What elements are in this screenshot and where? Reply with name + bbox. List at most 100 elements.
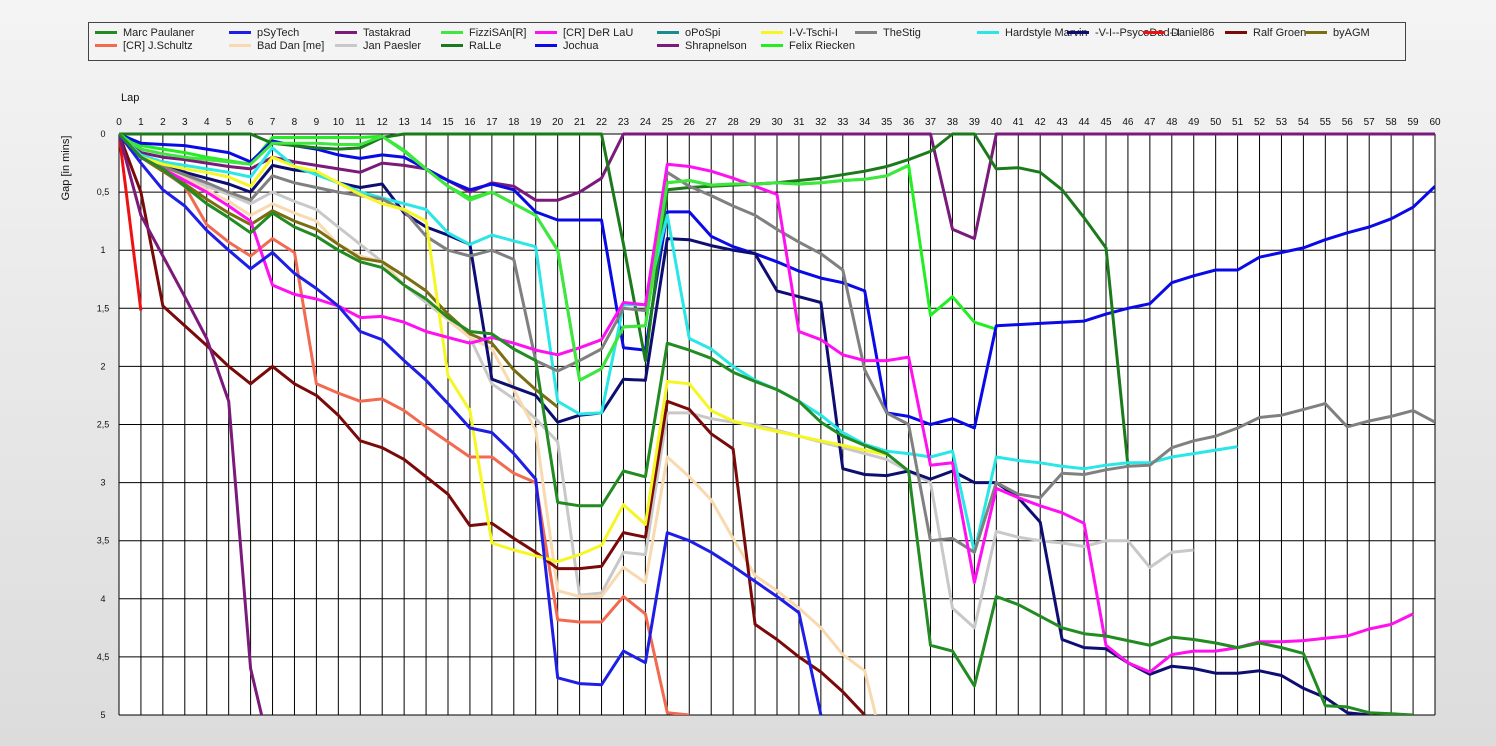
- x-tick-label: 33: [837, 117, 849, 128]
- x-tick-label: 49: [1188, 117, 1200, 128]
- x-tick-label: 52: [1254, 117, 1266, 128]
- legend-item: Felix Riecken: [761, 39, 855, 53]
- x-tick-label: 9: [314, 117, 320, 128]
- legend-label: Bad Dan [me]: [257, 40, 325, 52]
- legend-label: Marc Paulaner: [123, 27, 195, 39]
- legend-swatch: [95, 30, 117, 34]
- legend-swatch: [761, 43, 783, 47]
- legend-item: Jochua: [535, 39, 598, 53]
- legend-item: I-V-Tschi-I: [761, 26, 838, 40]
- legend-swatch: [657, 30, 679, 34]
- y-tick-label: 4: [100, 594, 105, 604]
- x-tick-labels: 0 1 2 3 4 5 6 7 8 9 10 11 12 13 14 15 16 17 18 19 20 21 22 23 24…: [116, 117, 1441, 128]
- legend-label: [CR] J.Schultz: [123, 40, 193, 52]
- x-tick-label: 45: [1100, 117, 1112, 128]
- legend-item: Marc Paulaner: [95, 26, 195, 40]
- x-axis-label: Lap: [121, 92, 139, 104]
- x-tick-label: 10: [333, 117, 345, 128]
- x-tick-label: 32: [815, 117, 827, 128]
- legend-item: Jan Paesler: [335, 39, 421, 53]
- x-tick-label: 37: [925, 117, 937, 128]
- x-tick-label: 51: [1232, 117, 1244, 128]
- x-tick-label: 20: [552, 117, 564, 128]
- legend: Marc Paulaner pSyTech Tastakrad FizziSAn[R]…: [88, 22, 1406, 61]
- legend-item: byAGM: [1305, 26, 1370, 40]
- legend-item: TheStig: [855, 26, 921, 40]
- y-tick-label: 2,5: [97, 420, 110, 430]
- x-tick-label: 12: [377, 117, 389, 128]
- legend-label: Jan Paesler: [363, 40, 422, 52]
- legend-swatch: [977, 30, 999, 34]
- x-tick-label: 48: [1166, 117, 1178, 128]
- x-tick-label: 38: [947, 117, 959, 128]
- x-tick-label: 6: [248, 117, 254, 128]
- y-tick-label: 3,5: [97, 536, 110, 546]
- legend-item: RaLLe: [441, 39, 501, 53]
- x-tick-label: 4: [204, 117, 210, 128]
- legend-item: Bad Dan [me]: [229, 39, 324, 53]
- legend-swatch: [95, 43, 117, 47]
- legend-item: [CR] DeR LaU: [535, 26, 633, 40]
- x-tick-label: 58: [1386, 117, 1398, 128]
- legend-swatch: [657, 43, 679, 47]
- x-tick-label: 1: [138, 117, 144, 128]
- legend-swatch: [1225, 30, 1247, 34]
- y-tick-label: 5: [100, 710, 105, 720]
- legend-label: [CR] DeR LaU: [563, 27, 634, 39]
- legend-label: Daniel86: [1171, 27, 1215, 39]
- legend-item: pSyTech: [229, 26, 299, 40]
- y-axis-label: Gap [in mins]: [60, 136, 72, 201]
- legend-swatch: [229, 43, 251, 47]
- legend-label: Shrapnelson: [685, 40, 747, 52]
- x-tick-label: 2: [160, 117, 166, 128]
- x-tick-label: 29: [750, 117, 762, 128]
- x-tick-label: 42: [1035, 117, 1047, 128]
- x-tick-label: 13: [399, 117, 411, 128]
- x-tick-label: 7: [270, 117, 276, 128]
- x-tick-label: 43: [1057, 117, 1069, 128]
- legend-swatch: [535, 30, 557, 34]
- x-tick-label: 27: [706, 117, 718, 128]
- y-tick-label: 0,5: [97, 187, 110, 197]
- x-tick-label: 21: [574, 117, 586, 128]
- legend-swatch: [335, 43, 357, 47]
- x-tick-label: 0: [116, 117, 122, 128]
- legend-swatch: [1067, 30, 1089, 34]
- x-tick-label: 44: [1079, 117, 1091, 128]
- legend-label: Ralf Groen: [1253, 27, 1307, 39]
- legend-label: oPoSpi: [685, 27, 721, 39]
- x-tick-label: 54: [1298, 117, 1310, 128]
- x-tick-label: 40: [991, 117, 1003, 128]
- legend-swatch: [1143, 30, 1165, 34]
- x-tick-label: 14: [421, 117, 433, 128]
- legend-label: Tastakrad: [363, 27, 411, 39]
- legend-item: Ralf Groen: [1225, 26, 1306, 40]
- legend-swatch: [855, 30, 877, 34]
- legend-swatch: [335, 30, 357, 34]
- legend-label: byAGM: [1333, 27, 1370, 39]
- x-tick-label: 15: [442, 117, 454, 128]
- legend-item: [CR] J.Schultz: [95, 39, 193, 53]
- x-tick-label: 36: [903, 117, 915, 128]
- x-tick-label: 41: [1013, 117, 1025, 128]
- y-tick-label: 3: [100, 478, 105, 488]
- x-tick-label: 56: [1342, 117, 1354, 128]
- legend-swatch: [441, 43, 463, 47]
- y-tick-label: 1,5: [97, 303, 110, 313]
- x-tick-label: 53: [1276, 117, 1288, 128]
- x-tick-label: 59: [1408, 117, 1420, 128]
- y-tick-label: 1: [100, 245, 105, 255]
- x-tick-label: 31: [793, 117, 805, 128]
- y-tick-labels: 0 0,5 1 1,5 2 2,5 3 3,5 4 4,5 5: [97, 129, 110, 720]
- legend-swatch: [1305, 30, 1327, 34]
- x-tick-label: 24: [640, 117, 652, 128]
- legend-swatch: [229, 30, 251, 34]
- y-tick-label: 2: [100, 361, 105, 371]
- x-tick-label: 8: [292, 117, 298, 128]
- x-tick-label: 16: [464, 117, 476, 128]
- x-tick-label: 11: [355, 117, 366, 128]
- x-tick-label: 17: [486, 117, 498, 128]
- x-tick-label: 5: [226, 117, 232, 128]
- legend-label: TheStig: [883, 27, 921, 39]
- x-tick-label: 39: [969, 117, 981, 128]
